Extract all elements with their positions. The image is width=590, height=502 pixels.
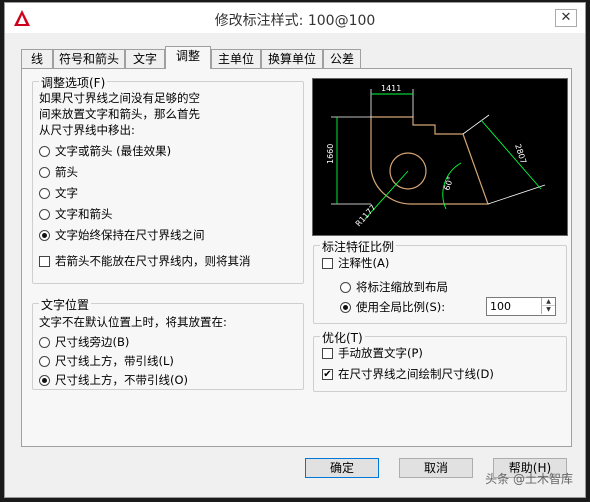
scale-group: 标注特征比例 注释性(A) 将标注缩放到布局 使用全局比例(S): ▲ ▼	[313, 238, 567, 324]
radio-label: 文字或箭头 (最佳效果)	[55, 144, 172, 158]
fit-desc-line: 从尺寸界线中移出:	[39, 123, 135, 137]
cancel-button[interactable]: 取消	[399, 458, 473, 478]
tab-panel-fit: 调整选项(F) 如果尺寸界线之间没有足够的空 间来放置文字和箭头，那么首先 从尺…	[21, 68, 572, 447]
close-button[interactable]: ✕	[555, 9, 577, 27]
radio-label: 使用全局比例(S):	[356, 300, 446, 314]
radio-text-or-arrows[interactable]	[39, 146, 50, 157]
fit-desc-line: 如果尺寸界线之间没有足够的空	[39, 91, 200, 105]
radio-label: 箭头	[55, 165, 78, 179]
dim-line-aligned	[480, 119, 542, 190]
radio-over-dim-line-without-leader[interactable]	[39, 375, 50, 386]
checkbox-place-text-manually[interactable]	[322, 348, 333, 359]
scale-legend: 标注特征比例	[320, 238, 397, 255]
radio-text[interactable]	[39, 188, 50, 199]
dimension-preview-drawing: 1411 1660 2807 60° R1177	[326, 84, 546, 228]
title-bar: 修改标注样式: 100@100 ✕	[5, 3, 585, 33]
ok-button[interactable]: 确定	[305, 458, 379, 478]
close-icon: ✕	[560, 10, 572, 25]
tab-alternate-units[interactable]: 换算单位	[261, 49, 323, 68]
radio-label: 文字始终保持在尺寸界线之间	[55, 228, 205, 242]
checkbox-annotative[interactable]	[322, 258, 333, 269]
radio-label: 文字	[55, 186, 78, 200]
tab-fit[interactable]: 调整	[165, 46, 211, 69]
fit-desc-line: 间来放置文字和箭头，那么首先	[39, 107, 200, 121]
tab-text[interactable]: 文字	[125, 49, 165, 68]
radio-use-overall-scale[interactable]	[340, 302, 351, 313]
part-outline	[370, 116, 489, 205]
overall-scale-spinner[interactable]: ▲ ▼	[486, 297, 556, 316]
dim-text-angular: 60°	[442, 175, 455, 191]
dim-text-vertical: 1660	[326, 144, 335, 164]
checkbox-label: 在尺寸界线之间绘制尺寸线(D)	[338, 367, 494, 381]
radio-beside-dim-line[interactable]	[39, 337, 50, 348]
tab-symbols-arrows[interactable]: 符号和箭头	[53, 49, 125, 68]
dialog-window: 修改标注样式: 100@100 ✕ 线 符号和箭头 文字 调整 主单位 换算单位…	[4, 2, 586, 498]
radio-label: 尺寸线上方，不带引线(O)	[55, 373, 189, 387]
fit-options-legend: 调整选项(F)	[39, 74, 108, 91]
radio-label: 文字和箭头	[55, 207, 113, 221]
checkmark-icon: ✔	[323, 369, 332, 380]
checkbox-suppress-arrows[interactable]	[39, 256, 50, 267]
text-placement-group: 文字位置 文字不在默认位置上时，将其放置在: 尺寸线旁边(B) 尺寸线上方，带引…	[32, 296, 304, 390]
radio-label: 尺寸线旁边(B)	[55, 335, 130, 349]
preview-canvas: 1411 1660 2807 60° R1177	[312, 78, 568, 236]
radio-always-keep-text-between[interactable]	[39, 230, 50, 241]
checkbox-label: 注释性(A)	[338, 256, 390, 270]
dim-text-horizontal: 1411	[381, 84, 401, 93]
radio-text-and-arrows[interactable]	[39, 209, 50, 220]
tab-primary-units[interactable]: 主单位	[211, 49, 261, 68]
text-placement-legend: 文字位置	[39, 296, 92, 313]
fit-options-group: 调整选项(F) 如果尺寸界线之间没有足够的空 间来放置文字和箭头，那么首先 从尺…	[32, 74, 304, 284]
overall-scale-input[interactable]	[487, 298, 541, 315]
radio-arrows[interactable]	[39, 167, 50, 178]
tab-lines[interactable]: 线	[21, 49, 53, 68]
window-title: 修改标注样式: 100@100	[214, 13, 376, 29]
dim-text-aligned: 2807	[513, 143, 528, 165]
radio-over-dim-line-with-leader[interactable]	[39, 356, 50, 367]
checkbox-label: 若箭头不能放在尺寸界线内，则将其消	[55, 254, 251, 268]
text-placement-desc: 文字不在默认位置上时，将其放置在:	[39, 315, 227, 329]
dim-text-radius: R1177	[354, 203, 378, 228]
watermark: 头条 @土木智库	[485, 472, 573, 486]
spin-up-icon[interactable]: ▲	[541, 298, 555, 306]
fine-tuning-group: 优化(T) 手动放置文字(P) ✔ 在尺寸界线之间绘制尺寸线(D)	[313, 329, 567, 392]
checkbox-label: 手动放置文字(P)	[338, 346, 423, 360]
checkbox-draw-dim-line[interactable]: ✔	[322, 369, 333, 380]
spin-down-icon[interactable]: ▼	[541, 306, 555, 314]
radio-label: 尺寸线上方，带引线(L)	[55, 354, 174, 368]
fine-tuning-legend: 优化(T)	[320, 329, 365, 346]
tab-tolerances[interactable]: 公差	[323, 49, 361, 68]
radio-label: 将标注缩放到布局	[356, 280, 448, 294]
radio-scale-to-layout[interactable]	[340, 282, 351, 293]
